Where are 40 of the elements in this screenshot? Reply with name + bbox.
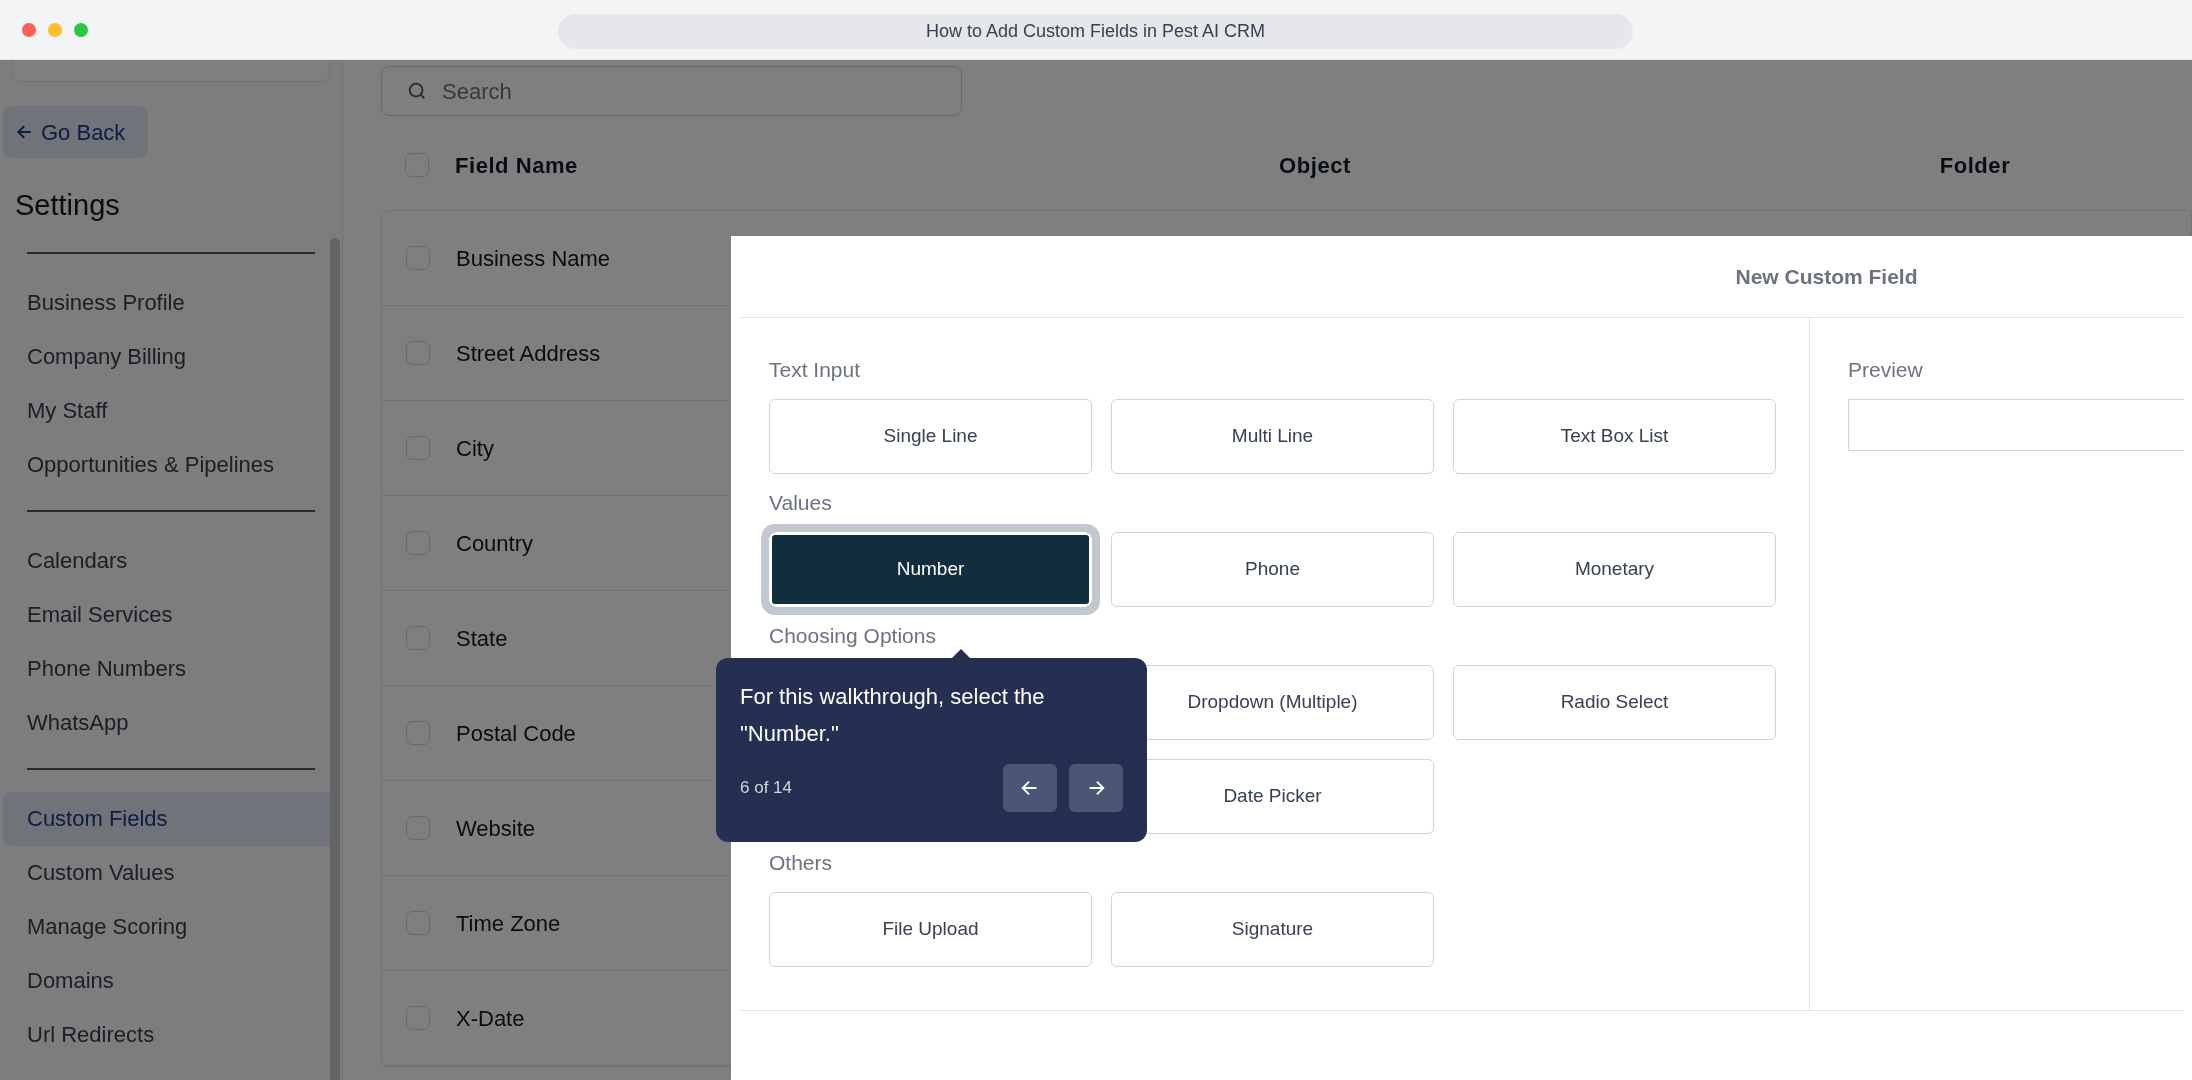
step-counter: 6 of 14 — [740, 777, 793, 800]
search-icon — [406, 80, 428, 102]
window-title: How to Add Custom Fields in Pest AI CRM — [558, 14, 1633, 49]
field-type-option[interactable]: Signature — [1111, 892, 1434, 967]
settings-title: Settings — [15, 188, 121, 223]
go-back-button[interactable]: Go Back — [3, 106, 148, 158]
column-header: Object — [1278, 151, 1352, 180]
table-cell-text: X-Date — [456, 1004, 525, 1033]
table-cell-text: State — [456, 624, 508, 653]
search-field[interactable]: Search — [381, 66, 962, 116]
field-type-option[interactable]: File Upload — [769, 892, 1092, 967]
table-cell-text: Postal Code — [456, 719, 576, 748]
tooltip-text: For this walkthrough, select the "Number." — [740, 683, 1046, 748]
column-header: Field Name — [455, 151, 579, 180]
previous-button[interactable] — [1003, 764, 1057, 812]
table-cell-text: Business Name — [456, 244, 611, 273]
section-label: Text Input — [769, 357, 862, 383]
modal-title: New Custom Field — [1735, 263, 1918, 290]
field-type-option[interactable]: Multi Line — [1111, 399, 1434, 474]
close-window-icon[interactable] — [22, 22, 36, 37]
column-header: Folder — [1938, 151, 2012, 180]
section-label: Others — [769, 850, 834, 876]
table-cell-text: Country — [456, 529, 534, 558]
table-cell-text: Website — [456, 814, 536, 843]
table-cell-text: City — [456, 434, 494, 463]
field-type-option[interactable]: Monetary — [1453, 532, 1776, 607]
minimize-window-icon[interactable] — [48, 22, 62, 37]
field-type-option[interactable]: Text Box List — [1453, 399, 1776, 474]
field-type-option[interactable]: Single Line — [769, 399, 1092, 474]
maximize-window-icon[interactable] — [74, 22, 88, 37]
search-input[interactable]: Search — [442, 74, 922, 108]
preview-label: Preview — [1848, 357, 1924, 383]
next-button[interactable] — [1069, 764, 1123, 812]
field-type-option[interactable]: Radio Select — [1453, 665, 1776, 740]
scrollbar-thumb[interactable] — [330, 238, 340, 1080]
table-cell-text: Street Address — [456, 339, 601, 368]
table-cell-text: Time Zone — [456, 909, 561, 938]
section-label: Values — [769, 490, 833, 516]
field-type-option[interactable]: Phone — [1111, 532, 1434, 607]
section-label: Choosing Options — [769, 623, 937, 649]
